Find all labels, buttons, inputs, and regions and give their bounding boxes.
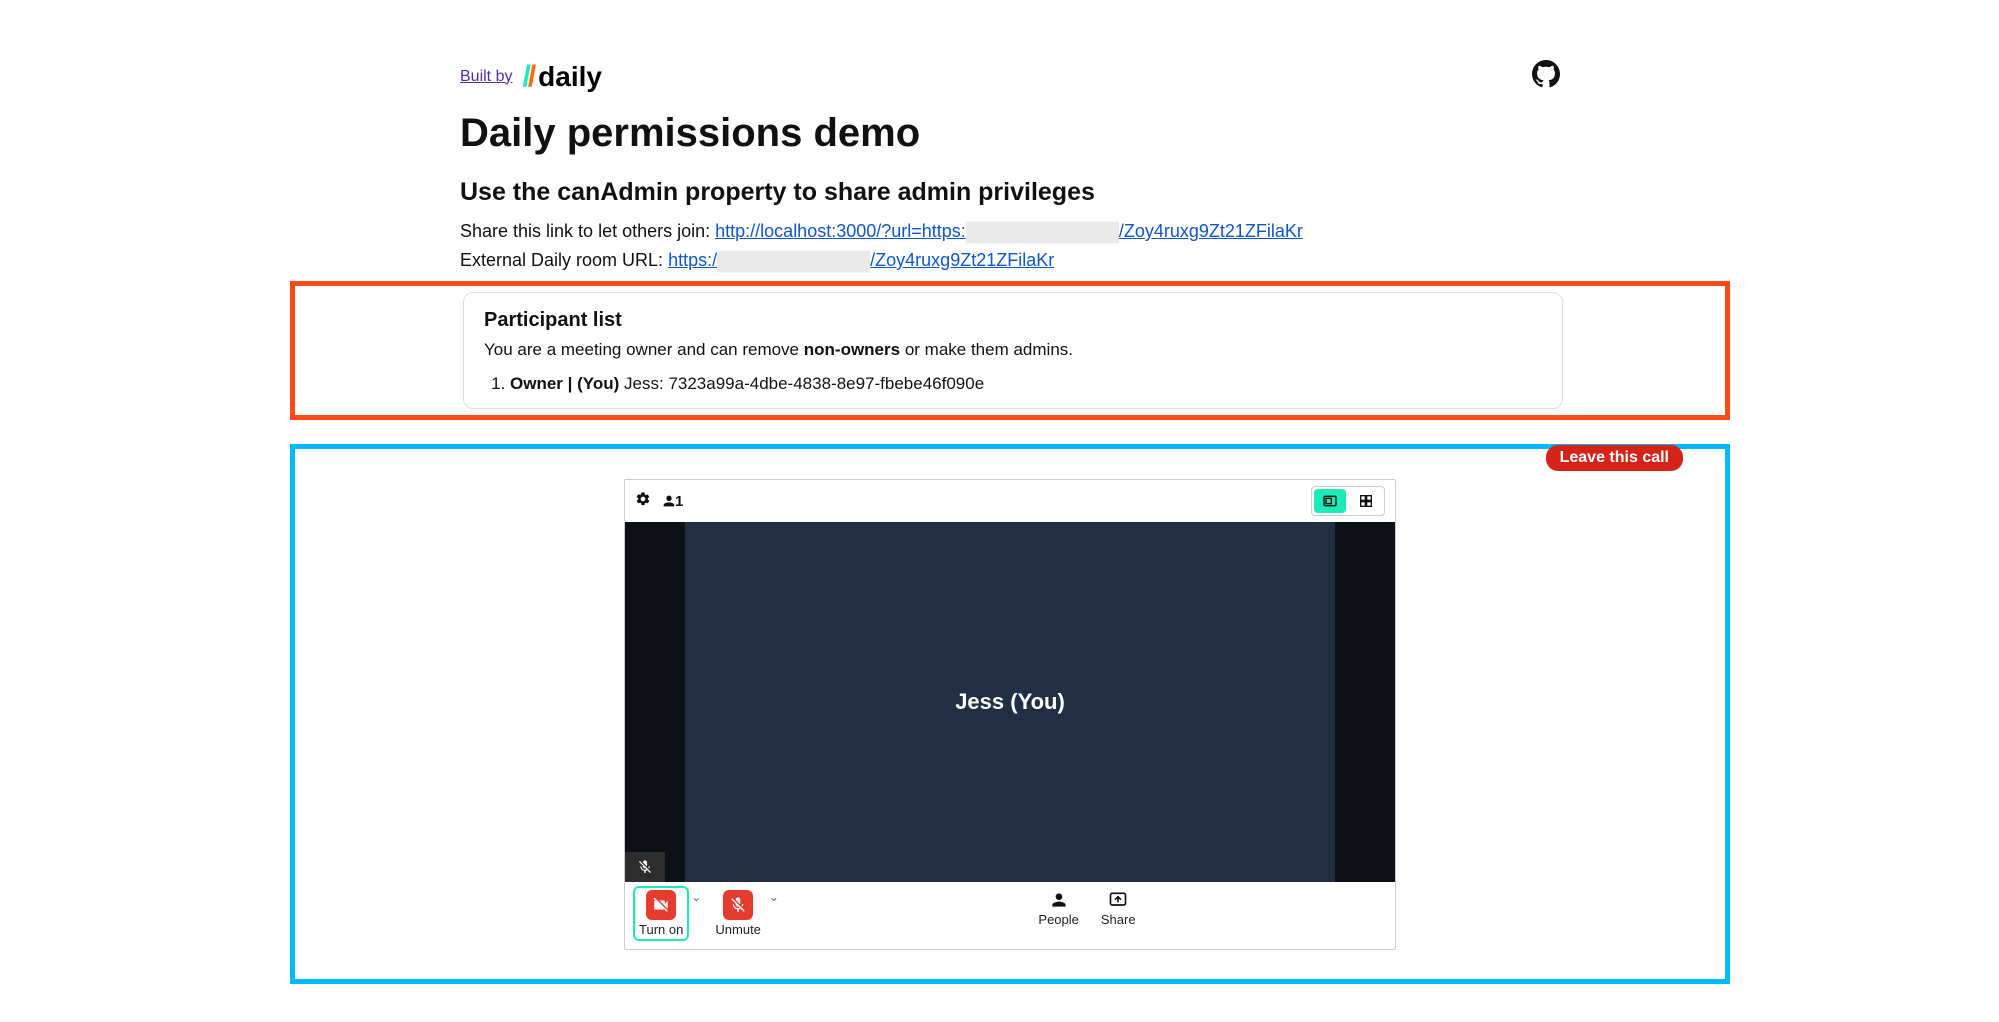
speaker-view-icon bbox=[1322, 493, 1338, 509]
mute-indicator bbox=[625, 852, 665, 882]
share-link[interactable]: http://localhost:3000/?url=https:███████… bbox=[715, 221, 1303, 241]
external-link[interactable]: https:/████████████/Zoy4ruxg9Zt21ZFilaKr bbox=[668, 250, 1054, 270]
camera-menu-caret[interactable]: ⌄ bbox=[687, 888, 705, 906]
leave-call-button[interactable]: Leave this call bbox=[1546, 445, 1683, 471]
built-by-link[interactable]: Built by bbox=[460, 68, 512, 86]
grid-view-icon bbox=[1358, 493, 1374, 509]
mic-off-icon bbox=[637, 859, 653, 875]
video-embed: 1 Jess (You) bbox=[624, 479, 1396, 950]
share-screen-icon bbox=[1108, 890, 1128, 910]
github-icon bbox=[1532, 60, 1560, 88]
participant-count: 1 bbox=[675, 493, 683, 510]
mic-toggle-button[interactable]: Unmute bbox=[711, 888, 765, 939]
people-count-icon[interactable]: 1 bbox=[661, 493, 683, 510]
page-subtitle: Use the canAdmin property to share admin… bbox=[460, 178, 1560, 207]
share-button[interactable]: Share bbox=[1093, 888, 1144, 929]
participant-list-highlight: Participant list You are a meeting owner… bbox=[290, 281, 1730, 420]
settings-icon[interactable] bbox=[635, 491, 651, 512]
speaker-view-button[interactable] bbox=[1314, 489, 1346, 513]
participant-subtext: You are a meeting owner and can remove n… bbox=[484, 340, 1542, 360]
people-button[interactable]: People bbox=[1030, 888, 1086, 929]
people-icon bbox=[1049, 890, 1069, 910]
daily-logo: //daily bbox=[522, 63, 602, 91]
call-highlight: Leave this call 1 bbox=[290, 444, 1730, 984]
external-url-row: External Daily room URL: https:/████████… bbox=[460, 250, 1560, 271]
grid-view-button[interactable] bbox=[1350, 489, 1382, 513]
participant-heading: Participant list bbox=[484, 309, 1542, 332]
page-title: Daily permissions demo bbox=[460, 111, 1560, 156]
share-link-row: Share this link to let others join: http… bbox=[460, 221, 1560, 242]
github-link[interactable] bbox=[1532, 60, 1560, 93]
video-tile-name: Jess (You) bbox=[955, 689, 1065, 715]
camera-off-icon bbox=[652, 896, 670, 914]
video-stage: Jess (You) bbox=[625, 522, 1395, 882]
camera-toggle-button[interactable]: Turn on bbox=[635, 888, 687, 939]
mic-off-icon bbox=[729, 896, 747, 914]
participant-row: Owner | (You) Jess: 7323a99a-4dbe-4838-8… bbox=[510, 374, 1542, 394]
participant-card: Participant list You are a meeting owner… bbox=[463, 292, 1563, 409]
mic-menu-caret[interactable]: ⌄ bbox=[765, 888, 783, 906]
